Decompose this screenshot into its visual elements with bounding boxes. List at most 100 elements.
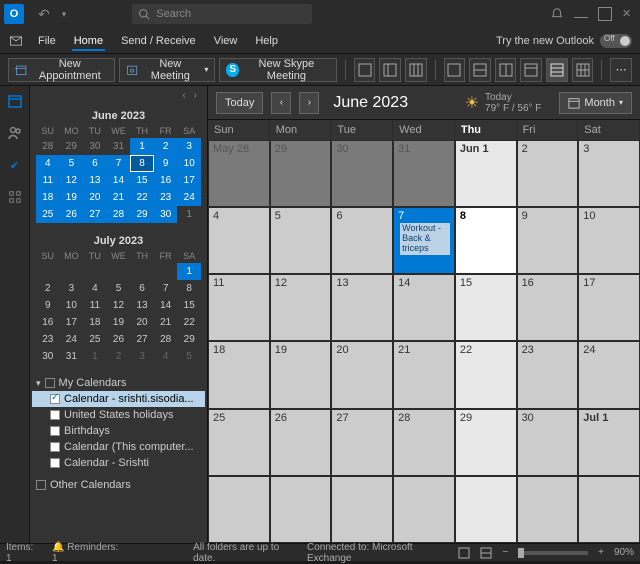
minical-day[interactable]: 27 xyxy=(130,331,154,348)
minical-day[interactable]: 22 xyxy=(130,189,154,206)
maximize-icon[interactable] xyxy=(598,7,612,21)
minical-prev-button[interactable]: ‹ xyxy=(182,90,185,101)
minical-day[interactable] xyxy=(107,263,131,280)
calendar-cell[interactable] xyxy=(578,476,640,543)
calendar-cell[interactable]: 21 xyxy=(393,341,455,408)
calendar-cell[interactable]: 18 xyxy=(208,341,270,408)
calendar-cell[interactable] xyxy=(208,476,270,543)
close-icon[interactable]: ✕ xyxy=(622,7,636,21)
minical-day[interactable]: 10 xyxy=(60,297,84,314)
minical-day[interactable]: 7 xyxy=(107,155,131,172)
calendar-tree-item[interactable]: Calendar - Srishti xyxy=(32,455,205,471)
checkbox[interactable] xyxy=(50,458,60,468)
minical-day[interactable]: 13 xyxy=(130,297,154,314)
layout-3-button[interactable] xyxy=(495,58,517,82)
view-mode-2-icon[interactable] xyxy=(480,547,492,559)
minical-day[interactable]: 16 xyxy=(36,314,60,331)
calendar-cell[interactable]: 29 xyxy=(455,409,517,476)
calendar-cell[interactable]: 24 xyxy=(578,341,640,408)
search-input[interactable]: Search xyxy=(132,4,312,24)
calendar-cell[interactable]: 29 xyxy=(270,140,332,207)
minical-day[interactable]: 14 xyxy=(154,297,178,314)
minical-day[interactable]: 9 xyxy=(36,297,60,314)
minical-day[interactable]: 15 xyxy=(177,297,201,314)
minical-day[interactable]: 17 xyxy=(177,172,201,189)
work-week-view-button[interactable] xyxy=(379,58,401,82)
minical-day[interactable]: 1 xyxy=(130,138,154,155)
calendar-cell[interactable] xyxy=(517,476,579,543)
checkbox[interactable] xyxy=(50,426,60,436)
minical-day[interactable]: 3 xyxy=(177,138,201,155)
nav-tasks-icon[interactable]: ✔ xyxy=(6,156,24,174)
calendar-cell[interactable]: 14 xyxy=(393,274,455,341)
minical-day[interactable]: 3 xyxy=(130,348,154,365)
view-selector[interactable]: Month ▾ xyxy=(559,92,632,114)
menu-send-receive[interactable]: Send / Receive xyxy=(119,31,198,51)
calendar-tree-item[interactable]: United States holidays xyxy=(32,407,205,423)
minical-day[interactable]: 1 xyxy=(177,206,201,223)
minical-day[interactable]: 28 xyxy=(36,138,60,155)
minical-day[interactable]: 31 xyxy=(107,138,131,155)
minical-day[interactable]: 20 xyxy=(83,189,107,206)
calendar-cell[interactable]: 23 xyxy=(517,341,579,408)
layout-4-button[interactable] xyxy=(520,58,542,82)
minical-day[interactable]: 16 xyxy=(154,172,178,189)
calendar-cell[interactable]: Jul 1 xyxy=(578,409,640,476)
calendar-tree-item[interactable]: Calendar (This computer... xyxy=(32,439,205,455)
calendar-cell[interactable]: 4 xyxy=(208,207,270,274)
calendar-cell[interactable]: 19 xyxy=(270,341,332,408)
next-month-button[interactable]: › xyxy=(299,92,319,114)
menu-file[interactable]: File xyxy=(36,31,58,51)
month-layout-button[interactable] xyxy=(546,58,568,82)
minical-day[interactable]: 20 xyxy=(130,314,154,331)
minical-day[interactable]: 27 xyxy=(83,206,107,223)
minical-day[interactable]: 18 xyxy=(83,314,107,331)
week-view-button[interactable] xyxy=(405,58,427,82)
minical-day[interactable]: 30 xyxy=(154,206,178,223)
calendar-cell[interactable]: 12 xyxy=(270,274,332,341)
calendar-cell[interactable]: 17 xyxy=(578,274,640,341)
minical-day[interactable]: 9 xyxy=(154,155,178,172)
calendar-cell[interactable] xyxy=(331,476,393,543)
minical-day[interactable]: 5 xyxy=(107,280,131,297)
menu-home[interactable]: Home xyxy=(72,31,105,51)
calendar-cell[interactable]: 5 xyxy=(270,207,332,274)
calendar-cell[interactable]: 13 xyxy=(331,274,393,341)
minical-day[interactable]: 3 xyxy=(60,280,84,297)
minical-day[interactable]: 8 xyxy=(130,155,154,172)
minical-day[interactable] xyxy=(60,263,84,280)
minical-day[interactable]: 6 xyxy=(83,155,107,172)
calendar-event[interactable]: Workout - Back & triceps xyxy=(398,223,450,255)
minical-day[interactable]: 5 xyxy=(60,155,84,172)
minical-day[interactable]: 24 xyxy=(60,331,84,348)
view-mode-1-icon[interactable] xyxy=(458,547,470,559)
minical-day[interactable]: 6 xyxy=(130,280,154,297)
calendar-cell[interactable]: 10 xyxy=(578,207,640,274)
minical-day[interactable]: 19 xyxy=(60,189,84,206)
calendar-cell[interactable]: 30 xyxy=(331,140,393,207)
calendar-cell[interactable]: 9 xyxy=(517,207,579,274)
schedule-layout-button[interactable] xyxy=(572,58,594,82)
weather-widget[interactable]: ☀ Today 79° F / 56° F xyxy=(465,92,542,114)
minical-day[interactable]: 11 xyxy=(36,172,60,189)
menu-help[interactable]: Help xyxy=(253,31,280,51)
nav-calendar-icon[interactable] xyxy=(6,92,24,110)
minical-day[interactable]: 5 xyxy=(177,348,201,365)
minical-day[interactable]: 11 xyxy=(83,297,107,314)
calendar-cell[interactable]: 27 xyxy=(331,409,393,476)
calendar-cell[interactable]: 22 xyxy=(455,341,517,408)
minical-day[interactable]: 31 xyxy=(60,348,84,365)
minical-day[interactable]: 2 xyxy=(36,280,60,297)
minical-day[interactable]: 4 xyxy=(83,280,107,297)
minical-day[interactable]: 1 xyxy=(177,263,201,280)
calendar-cell[interactable]: Jun 1 xyxy=(455,140,517,207)
checkbox[interactable] xyxy=(50,442,60,452)
calendar-cell[interactable]: 28 xyxy=(393,409,455,476)
new-appointment-button[interactable]: New Appointment xyxy=(8,58,115,82)
calendar-cell[interactable] xyxy=(270,476,332,543)
minical-day[interactable]: 22 xyxy=(177,314,201,331)
menu-view[interactable]: View xyxy=(212,31,240,51)
today-button[interactable]: Today xyxy=(216,92,263,114)
calendar-cell[interactable]: 16 xyxy=(517,274,579,341)
minical-day[interactable]: 4 xyxy=(154,348,178,365)
